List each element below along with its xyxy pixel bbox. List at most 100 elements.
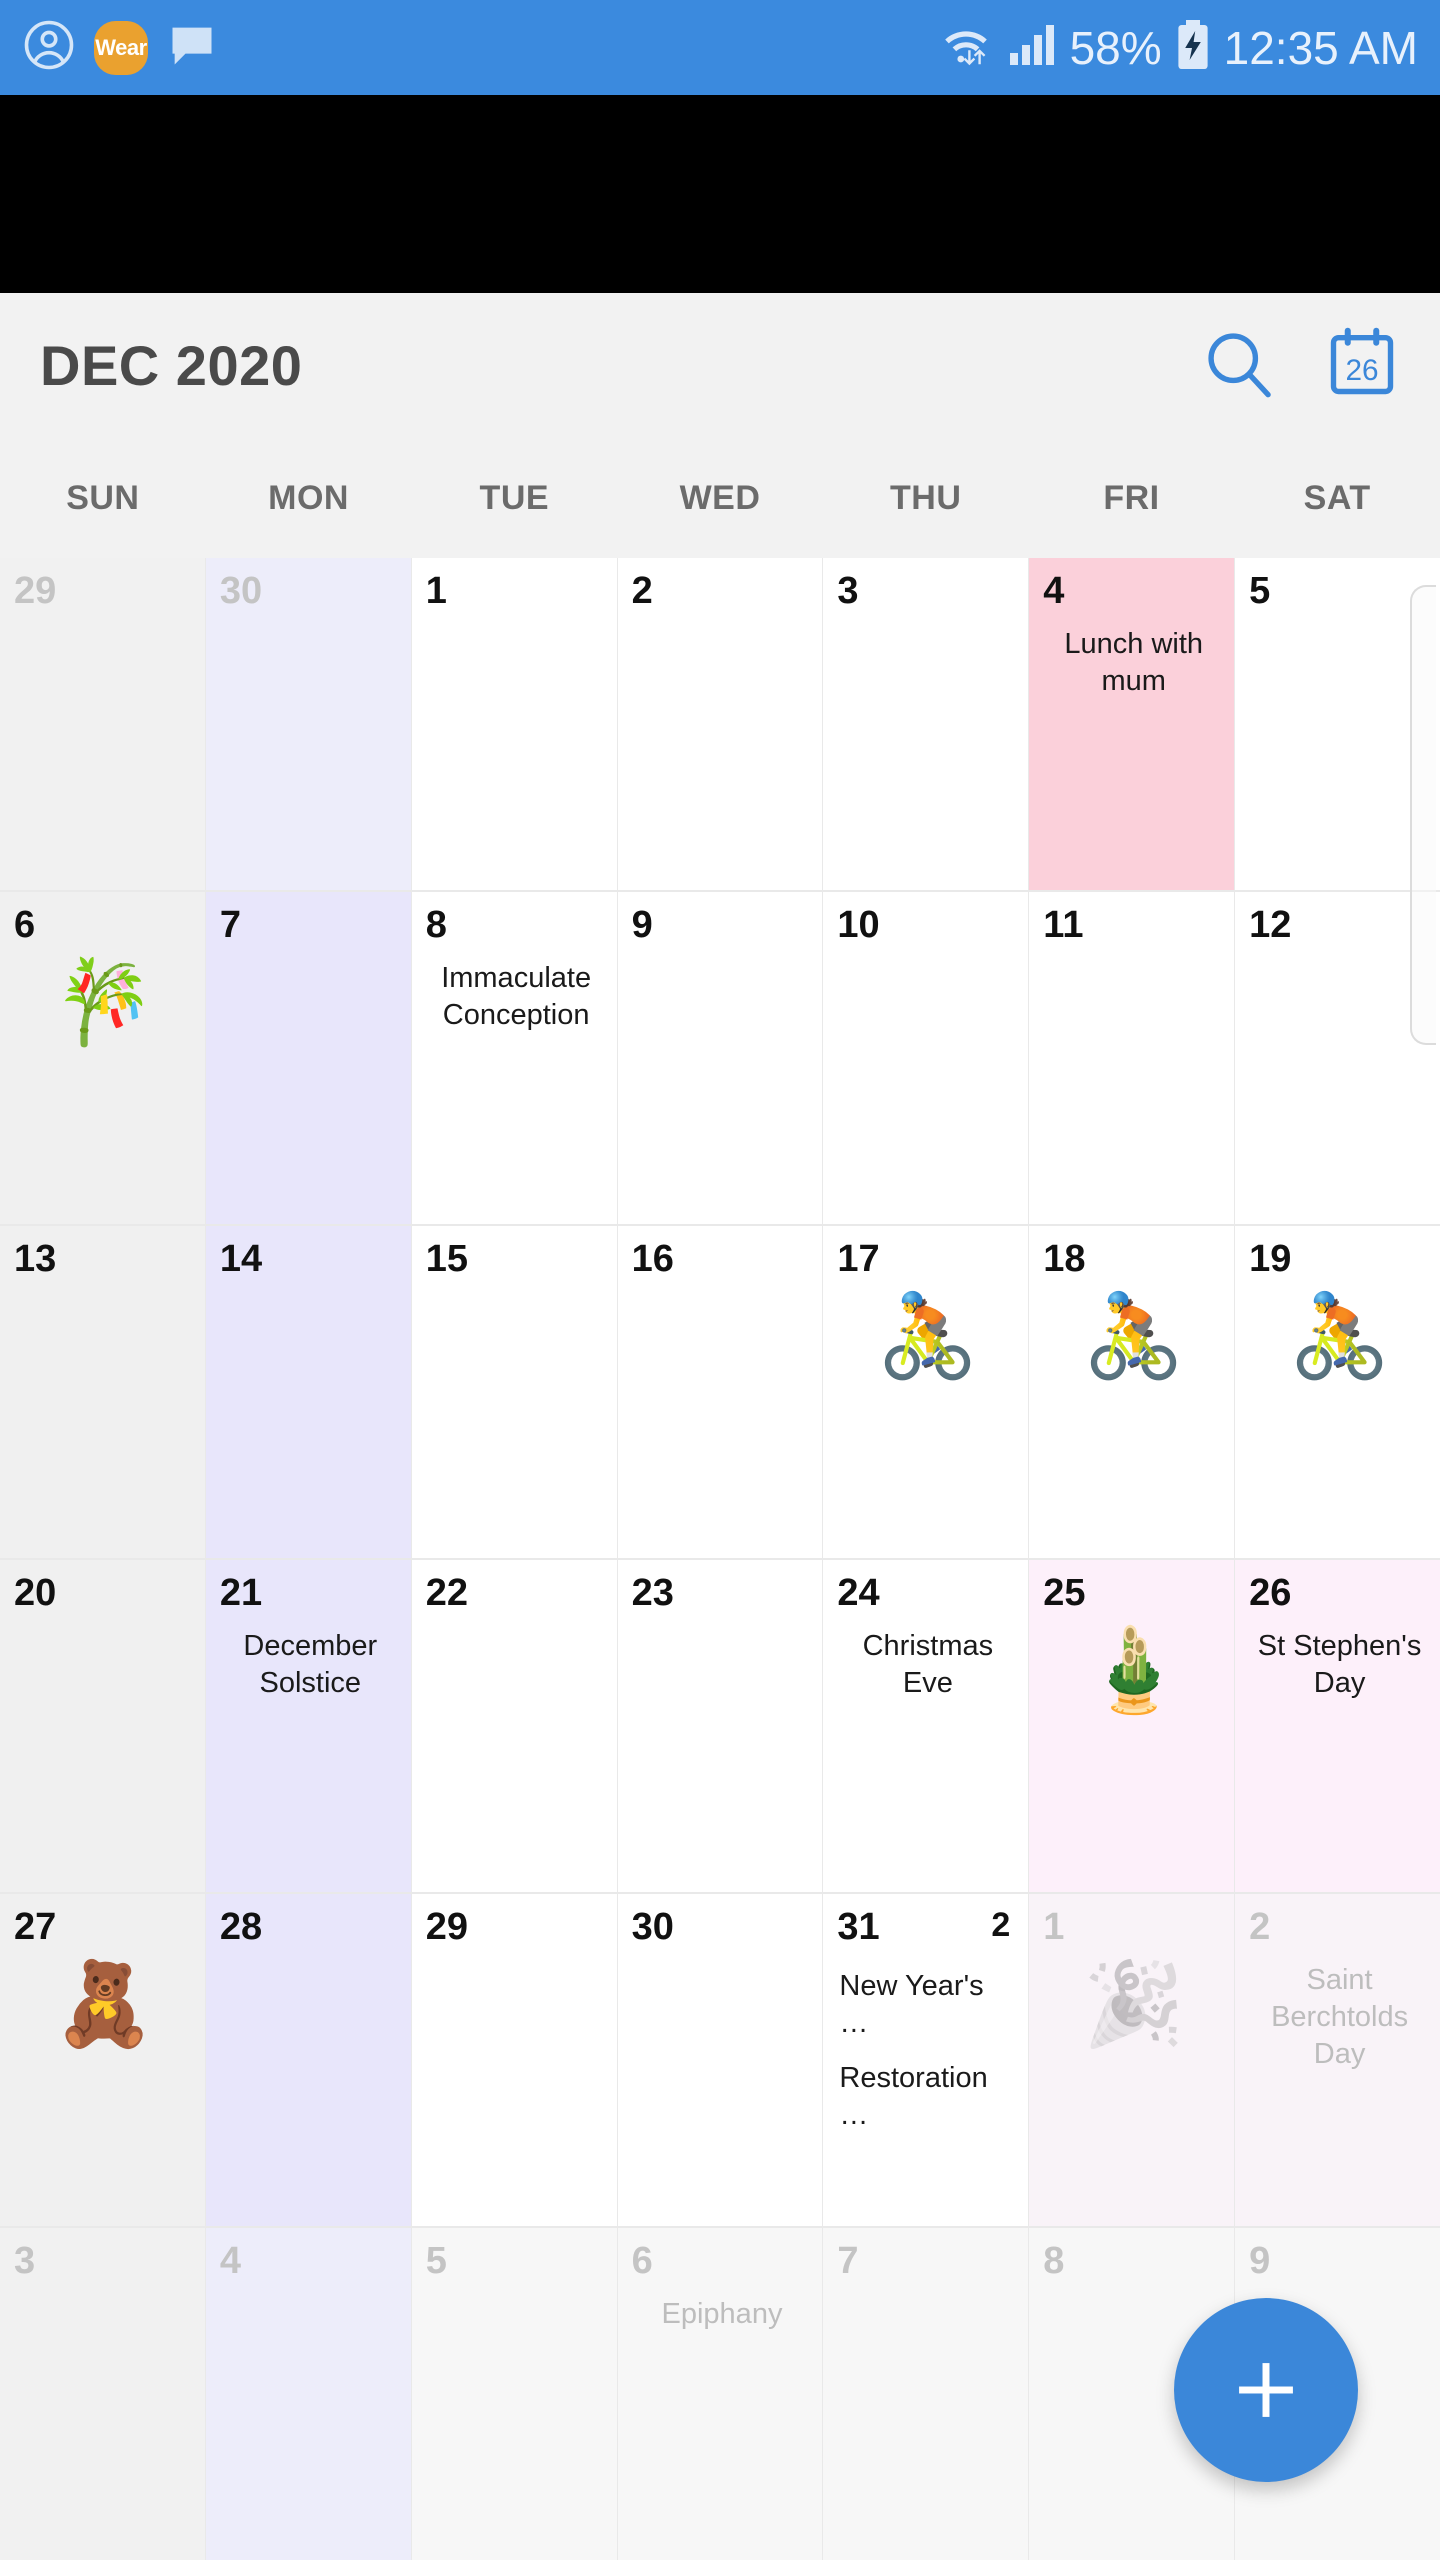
day-cell[interactable]: 6 Epiphany [617, 2228, 823, 2560]
day-cell[interactable]: 14 [205, 1226, 411, 1558]
event-label[interactable]: St Stephen's Day [1249, 1628, 1430, 1702]
day-number: 29 [14, 570, 57, 612]
day-number: 1 [1043, 1906, 1065, 1948]
event-emoji-icon[interactable]: 🚴 [1043, 1296, 1224, 1378]
day-cell[interactable]: 5 [411, 2228, 617, 2560]
day-number: 2 [631, 570, 653, 612]
day-number: 4 [1043, 570, 1065, 612]
day-number: 3 [837, 570, 859, 612]
day-cell[interactable]: 25 🎍 [1029, 1560, 1235, 1892]
day-cell[interactable]: 17 🚴 [823, 1226, 1029, 1558]
app-header: DEC 2020 26 [0, 293, 1440, 438]
day-cell[interactable]: 30 [205, 558, 411, 890]
day-cell[interactable]: 2 Saint Berchtolds Day [1235, 1894, 1440, 2226]
day-number: 20 [14, 1572, 57, 1614]
day-cell[interactable]: 10 [823, 892, 1029, 1224]
day-number: 8 [425, 904, 447, 946]
event-count-badge: 2 [991, 1906, 1011, 1944]
event-label[interactable]: Immaculate Conception [426, 960, 607, 1034]
weekday-mon: MON [268, 478, 349, 517]
day-cell[interactable]: 1 🎉 [1029, 1894, 1235, 2226]
day-number: 29 [425, 1906, 468, 1948]
day-cell[interactable]: 30 [617, 1894, 823, 2226]
event-emoji-icon[interactable]: 🧸 [14, 1964, 195, 2046]
day-cell[interactable]: 19 🚴 [1235, 1226, 1440, 1558]
day-number: 11 [1043, 904, 1084, 946]
day-cell[interactable]: 7 [205, 892, 411, 1224]
day-number: 7 [837, 2240, 859, 2282]
header-actions: 26 [1200, 325, 1400, 406]
event-label[interactable]: New Year's … [837, 1968, 1018, 2042]
event-emoji-icon[interactable]: 🚴 [837, 1296, 1018, 1378]
event-emoji-icon[interactable]: 🚴 [1249, 1296, 1430, 1378]
event-label[interactable]: Restoration… [837, 2060, 1018, 2134]
event-label[interactable]: Christmas Eve [837, 1628, 1018, 1702]
day-cell[interactable]: 4 Lunch with mum [1029, 558, 1235, 890]
page-title: DEC 2020 [40, 334, 303, 397]
day-number: 25 [1043, 1572, 1086, 1614]
calendar-month-grid[interactable]: 29 30 1 2 3 4 Lunch with mum 5 6 🎋 7 8 Immaculate Co… [0, 558, 1440, 2560]
day-cell[interactable]: 7 [823, 2228, 1029, 2560]
battery-charging-icon [1176, 20, 1210, 75]
day-number: 21 [219, 1572, 263, 1614]
day-cell[interactable]: 16 [617, 1226, 823, 1558]
day-cell[interactable]: 15 [411, 1226, 617, 1558]
day-cell[interactable]: 26 St Stephen's Day [1235, 1560, 1440, 1892]
day-cell[interactable]: 23 [617, 1560, 823, 1892]
event-label[interactable]: December Solstice [220, 1628, 401, 1702]
black-spacer-bar [0, 95, 1440, 293]
day-number: 28 [219, 1906, 263, 1948]
day-cell[interactable]: 11 [1029, 892, 1235, 1224]
weekday-fri: FRI [1103, 478, 1160, 517]
day-cell[interactable]: 28 [205, 1894, 411, 2226]
day-cell[interactable]: 13 [0, 1226, 205, 1558]
day-cell[interactable]: 18 🚴 [1029, 1226, 1235, 1558]
day-cell[interactable]: 31 2 New Year's … Restoration… [823, 1894, 1029, 2226]
day-cell[interactable]: 21 December Solstice [205, 1560, 411, 1892]
day-cell[interactable]: 29 [0, 558, 205, 890]
search-icon[interactable] [1200, 325, 1276, 406]
day-number: 24 [837, 1572, 880, 1614]
calendar-today-icon[interactable]: 26 [1324, 325, 1400, 406]
status-bar-right-icons: 58% 12:35 AM [938, 20, 1418, 75]
day-cell[interactable]: 8 Immaculate Conception [411, 892, 617, 1224]
day-number: 15 [425, 1238, 468, 1280]
wifi-icon [938, 23, 994, 72]
day-cell[interactable]: 12 [1235, 892, 1440, 1224]
day-cell[interactable]: 2 [617, 558, 823, 890]
day-cell[interactable]: 5 [1235, 558, 1440, 890]
day-number: 5 [1249, 570, 1271, 612]
day-number: 30 [219, 570, 263, 612]
day-number: 22 [425, 1572, 468, 1614]
status-bar-left-icons: Wear [22, 18, 218, 77]
plus-icon [1239, 2363, 1293, 2417]
event-emoji-icon[interactable]: 🎋 [14, 962, 195, 1044]
day-cell[interactable]: 9 [617, 892, 823, 1224]
day-cell[interactable]: 27 🧸 [0, 1894, 205, 2226]
add-event-button[interactable] [1174, 2298, 1358, 2482]
wear-badge-label: Wear [95, 34, 147, 60]
event-emoji-icon[interactable]: 🎍 [1043, 1630, 1224, 1712]
day-number: 30 [631, 1906, 674, 1948]
day-number: 7 [219, 904, 241, 946]
event-emoji-icon[interactable]: 🎉 [1043, 1964, 1224, 2046]
day-number: 10 [837, 904, 880, 946]
day-cell[interactable]: 4 [205, 2228, 411, 2560]
day-cell[interactable]: 22 [411, 1560, 617, 1892]
day-cell[interactable]: 3 [0, 2228, 205, 2560]
weekday-tue: TUE [479, 478, 550, 517]
event-label[interactable]: Saint Berchtolds Day [1249, 1962, 1430, 2073]
day-cell[interactable]: 1 [411, 558, 617, 890]
day-cell[interactable]: 3 [823, 558, 1029, 890]
day-number: 9 [1249, 2240, 1271, 2282]
day-cell[interactable]: 20 [0, 1560, 205, 1892]
day-number: 19 [1249, 1238, 1292, 1280]
day-cell[interactable]: 6 🎋 [0, 892, 205, 1224]
weekday-wed: WED [679, 478, 761, 517]
day-number: 5 [425, 2240, 447, 2282]
day-cell[interactable]: 24 Christmas Eve [823, 1560, 1029, 1892]
event-label[interactable]: Lunch with mum [1043, 626, 1224, 700]
event-label[interactable]: Epiphany [632, 2296, 813, 2333]
day-cell[interactable]: 29 [411, 1894, 617, 2226]
day-number: 27 [14, 1906, 57, 1948]
